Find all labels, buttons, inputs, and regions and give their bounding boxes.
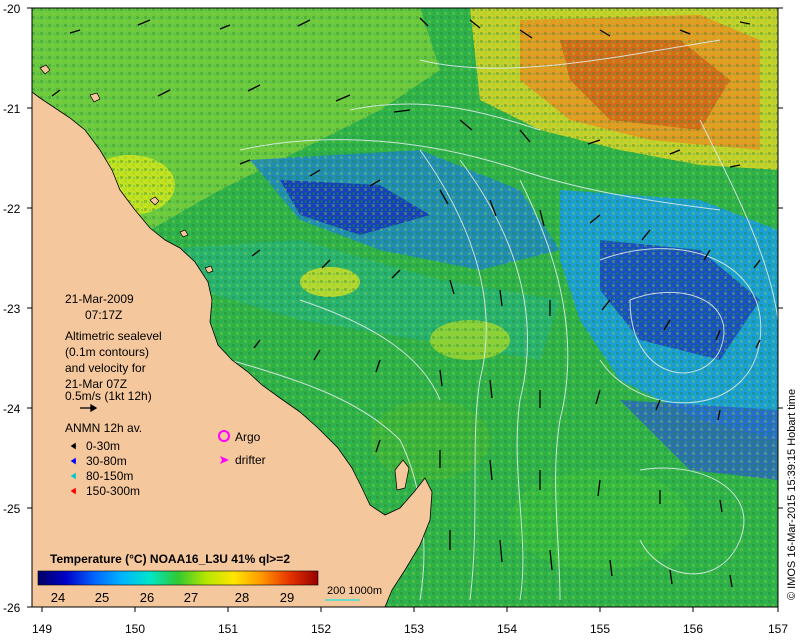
x-tick-label: 152 (311, 622, 331, 636)
x-tick-label: 157 (768, 622, 788, 636)
mooring-legend-title: ANMN 12h av. (65, 421, 142, 435)
sealevel-line: Altimetric sealevel (65, 329, 162, 343)
argo-label: Argo (235, 430, 261, 444)
colorbar-tick: 29 (280, 590, 294, 605)
drifter-label: drifter (235, 453, 266, 467)
map-time: 07:17Z (85, 308, 122, 322)
y-tick-label: -25 (3, 502, 21, 516)
y-tick-label: -26 (3, 601, 21, 615)
mooring-label: 80-150m (86, 469, 133, 483)
colorbar-tick: 26 (140, 590, 154, 605)
sealevel-line: and velocity for (65, 361, 146, 375)
depth-legend-label: 200 1000m (327, 585, 382, 597)
credit-text: © IMOS 16-Mar-2015 15:39:15 Hobart time (786, 389, 798, 600)
colorbar-tick: 28 (235, 590, 249, 605)
y-axis-labels: -20 -21 -22 -23 -24 -25 -26 (3, 2, 21, 615)
y-tick-label: -24 (3, 402, 21, 416)
y-tick-label: -22 (3, 202, 21, 216)
x-tick-label: 151 (218, 622, 238, 636)
velocity-scale-label: 0.5m/s (1kt 12h) (65, 389, 152, 403)
colorbar-tick: 24 (51, 590, 65, 605)
x-tick-label: 156 (683, 622, 703, 636)
sealevel-line: (0.1m contours) (65, 345, 149, 359)
colorbar-tick: 27 (184, 590, 198, 605)
colorbar-tick: 25 (95, 590, 109, 605)
x-tick-label: 155 (590, 622, 610, 636)
x-tick-label: 153 (404, 622, 424, 636)
y-tick-label: -21 (3, 102, 21, 116)
mooring-label: 150-300m (86, 484, 140, 498)
map-date: 21-Mar-2009 (65, 292, 134, 306)
x-axis-labels: 149 150 151 152 153 154 155 156 157 (32, 622, 788, 636)
mooring-label: 0-30m (86, 439, 120, 453)
y-tick-label: -23 (3, 302, 21, 316)
colorbar-title: Temperature (°C) NOAA16_L3U 41% ql>=2 (50, 552, 290, 566)
x-tick-label: 154 (497, 622, 517, 636)
colorbar-strip (37, 570, 319, 586)
x-tick-label: 150 (125, 622, 145, 636)
map-plot-area (32, 8, 778, 607)
x-tick-label: 149 (32, 622, 52, 636)
mooring-label: 30-80m (86, 454, 127, 468)
y-tick-label: -20 (3, 2, 21, 16)
sst-map-figure: 149 150 151 152 153 154 155 156 157 -20 … (3, 2, 798, 636)
